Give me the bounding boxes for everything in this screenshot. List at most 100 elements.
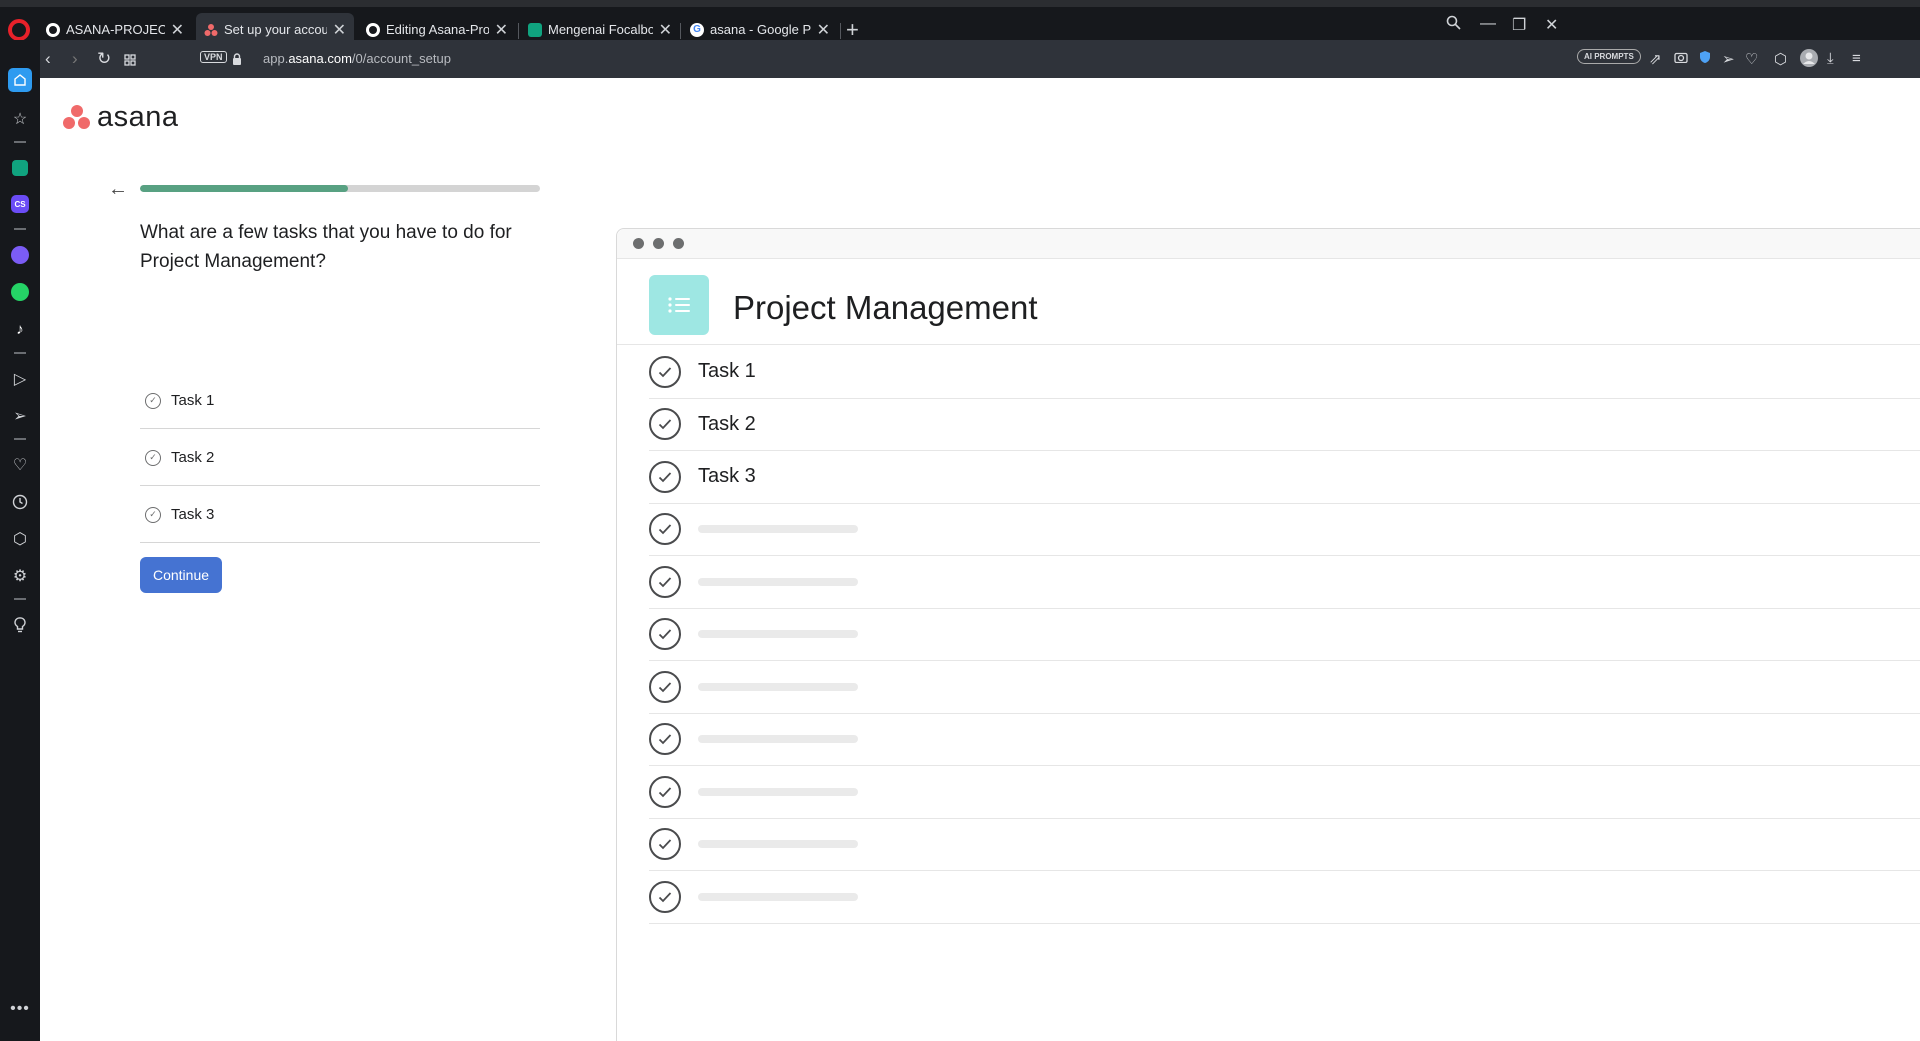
tab-bar: ASANA-PROJECT-MANAGE ✕ Set up your accou… [0,0,1920,46]
task-input-value: Task 2 [171,449,215,466]
placeholder-bar [698,630,858,639]
project-title: Project Management [733,289,1038,326]
vpn-badge[interactable]: VPN [200,51,227,63]
snapshot-icon[interactable] [1674,50,1688,67]
preview-placeholder-row [649,871,1920,924]
placeholder-bar [698,525,858,534]
tabs-grid-icon[interactable] [124,51,136,71]
close-tab-icon[interactable]: ✕ [495,20,508,40]
settings-gear-icon[interactable]: ⚙ [8,564,32,588]
github-icon [46,22,60,37]
preview-placeholder-row [649,609,1920,661]
check-circle-icon [649,565,681,598]
preview-task-row: Task 3 [649,451,1920,504]
placeholder-bar [698,682,858,691]
minimize-icon[interactable]: — [1480,15,1496,33]
home-icon[interactable] [8,68,32,92]
task-input-2[interactable]: ✓ Task 2 [140,430,540,486]
close-tab-icon[interactable]: ✕ [817,20,830,40]
check-circle-icon: ✓ [145,392,161,409]
preview-placeholder-row [649,819,1920,871]
shield-icon[interactable] [1699,50,1711,68]
pinboards-heart-icon[interactable]: ♡ [8,453,32,477]
profile-avatar-icon[interactable] [1799,48,1819,72]
check-circle-icon [649,618,681,651]
download-icon[interactable]: ⤓ [1827,50,1834,67]
check-circle-icon: ✓ [145,506,161,523]
placeholder-bar [698,892,858,901]
check-circle-icon [649,880,681,913]
restore-icon[interactable]: ❐ [1512,15,1526,35]
asana-logo[interactable]: asana [63,101,179,134]
task-input-value: Task 1 [171,392,215,409]
asana-icon [204,23,218,37]
preview-task-name: Task 3 [698,465,756,488]
preview-placeholder-row [649,556,1920,609]
placeholder-bar [698,787,858,796]
preview-window-dots [617,229,1920,259]
check-circle-icon [649,723,681,756]
setup-question: What are a few tasks that you have to do… [140,222,512,272]
opera-logo-icon[interactable] [8,19,30,41]
preview-placeholder-row [649,766,1920,819]
preview-header: Project Management [617,259,1920,345]
tab-title: Editing Asana-Project-Man [386,22,489,37]
share-icon[interactable]: ⇗ [1649,50,1662,68]
check-circle-icon [649,670,681,703]
back-arrow-icon[interactable]: ← [108,178,128,201]
tab-title: Mengenai Focalboard. [548,22,653,37]
heart-icon[interactable]: ♡ [1745,50,1758,68]
check-circle-icon [649,408,681,441]
check-circle-icon [649,775,681,808]
placeholder-bar [698,840,858,849]
easy-setup-menu-icon[interactable]: ≡ [1852,50,1861,67]
messenger-icon[interactable] [8,243,32,267]
tiktok-icon[interactable]: ♪ [8,317,32,341]
close-tab-icon[interactable]: ✕ [171,20,184,40]
speed-dial-icon[interactable]: ☆ [8,107,32,131]
setup-progress-bar [140,185,540,192]
whatsapp-icon[interactable] [8,280,32,304]
check-circle-icon: ✓ [145,449,161,466]
search-tabs-icon[interactable] [1446,15,1461,35]
sidebar: ☆ CS ♪ ▷ ➢ ♡ ⬡ ⚙ ••• [0,40,40,1041]
check-circle-icon [649,828,681,861]
extensions-cube-icon[interactable]: ⬡ [8,527,32,551]
reload-icon[interactable]: ↻ [97,49,111,69]
more-options-icon[interactable]: ••• [8,997,32,1021]
forward-icon[interactable]: › [72,49,78,69]
close-tab-icon[interactable]: ✕ [333,20,346,40]
close-tab-icon[interactable]: ✕ [659,20,672,40]
progress-fill [140,185,348,192]
asana-setup-page: asana ← What are a few tasks that you ha… [40,78,1920,1041]
chatgpt-icon[interactable] [8,156,32,180]
check-circle-icon [649,513,681,546]
cs-app-icon[interactable]: CS [8,192,32,216]
browser-window: ASANA-PROJECT-MANAGE ✕ Set up your accou… [0,0,1920,1041]
preview-placeholder-row [649,504,1920,556]
history-clock-icon[interactable] [8,490,32,514]
url-field[interactable]: app.asana.com/0/account_setup [263,51,451,66]
google-icon: G [690,22,704,37]
tips-lightbulb-icon[interactable] [8,613,32,637]
player-icon[interactable]: ▷ [8,367,32,391]
close-window-icon[interactable]: ✕ [1545,15,1558,35]
continue-button[interactable]: Continue [140,557,222,593]
ai-prompts-button[interactable]: AI PROMPTS [1577,49,1641,64]
task-input-3[interactable]: ✓ Task 3 [140,487,540,543]
send-icon[interactable]: ➢ [1722,50,1735,68]
task-input-1[interactable]: ✓ Task 1 [140,373,540,429]
back-icon[interactable]: ‹ [45,49,51,69]
tab-title: asana - Google Penelusuran [710,22,811,37]
flow-send-icon[interactable]: ➢ [8,404,32,428]
asana-logo-icon [63,104,91,131]
tab-title: ASANA-PROJECT-MANAGE [66,22,165,37]
github-icon [366,22,380,37]
address-bar: ‹ › ↻ VPN app.asana.com/0/account_setup … [40,40,1920,78]
preview-task-name: Task 1 [698,360,756,383]
check-circle-icon [649,460,681,493]
preview-task-row: Task 1 [649,346,1920,399]
lock-icon[interactable] [232,52,242,65]
cube-icon[interactable]: ⬡ [1774,50,1787,68]
list-icon [649,275,709,335]
